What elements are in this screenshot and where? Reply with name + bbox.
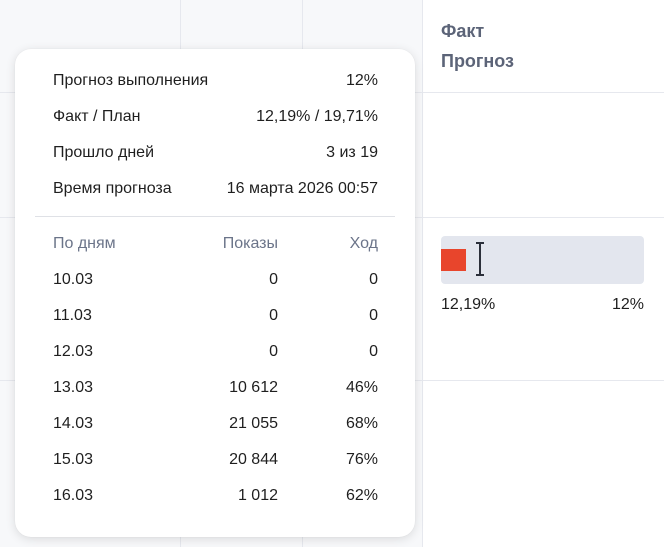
table-row: 10.03 0 0 bbox=[53, 271, 378, 293]
row-day: 11.03 bbox=[53, 307, 92, 324]
row-progress: 0 bbox=[369, 271, 378, 288]
forecast-marker bbox=[476, 242, 484, 276]
column-header-fact-forecast[interactable]: Факт Прогноз bbox=[441, 16, 514, 76]
table-row: 13.03 10 612 46% bbox=[53, 379, 378, 401]
summary-value: 16 марта 2026 00:57 bbox=[226, 180, 378, 197]
row-shows: 10 612 bbox=[229, 379, 278, 396]
summary-value: 12,19% / 19,71% bbox=[256, 108, 378, 125]
summary-row-forecast-time: Время прогноза 16 марта 2026 00:57 bbox=[53, 178, 378, 200]
summary-label: Факт / План bbox=[53, 108, 141, 125]
row-progress: 0 bbox=[369, 307, 378, 324]
forecast-percent-label: 12% bbox=[611, 296, 644, 313]
column-header-progress: Ход bbox=[349, 235, 378, 252]
column-header-day: По дням bbox=[53, 235, 116, 252]
summary-label: Время прогноза bbox=[53, 180, 172, 197]
table-row: 14.03 21 055 68% bbox=[53, 415, 378, 437]
column-header-shows: Показы bbox=[222, 235, 278, 252]
row-day: 16.03 bbox=[53, 487, 94, 504]
row-progress: 76% bbox=[345, 451, 378, 468]
row-day: 10.03 bbox=[53, 271, 94, 288]
fact-progress-fill bbox=[441, 249, 466, 271]
row-progress: 68% bbox=[345, 415, 378, 432]
row-shows: 0 bbox=[269, 343, 278, 360]
row-shows: 20 844 bbox=[229, 451, 278, 468]
row-day: 14.03 bbox=[53, 415, 94, 432]
table-row: 15.03 20 844 76% bbox=[53, 451, 378, 473]
summary-value: 3 из 19 bbox=[326, 144, 378, 161]
row-progress: 62% bbox=[345, 487, 378, 504]
summary-row-forecast-completion: Прогноз выполнения 12% bbox=[53, 70, 378, 92]
header-forecast-label: Прогноз bbox=[441, 51, 515, 71]
row-shows: 1 012 bbox=[237, 487, 278, 504]
row-day: 12.03 bbox=[53, 343, 94, 360]
daily-table-header: По дням Показы Ход bbox=[53, 235, 378, 257]
row-shows: 0 bbox=[269, 307, 278, 324]
row-shows: 21 055 bbox=[229, 415, 278, 432]
row-day: 15.03 bbox=[53, 451, 94, 468]
tooltip-divider bbox=[35, 216, 395, 217]
summary-row-days-passed: Прошло дней 3 из 19 bbox=[53, 142, 378, 164]
header-fact-label: Факт bbox=[441, 21, 485, 41]
summary-value: 12% bbox=[345, 72, 378, 89]
fact-percent-label: 12,19% bbox=[441, 296, 496, 313]
table-row: 12.03 0 0 bbox=[53, 343, 378, 365]
summary-label: Прошло дней bbox=[53, 144, 154, 161]
table-row: 16.03 1 012 62% bbox=[53, 487, 378, 509]
summary-row-fact-plan: Факт / План 12,19% / 19,71% bbox=[53, 106, 378, 128]
row-progress: 0 bbox=[369, 343, 378, 360]
row-shows: 0 bbox=[269, 271, 278, 288]
table-row: 11.03 0 0 bbox=[53, 307, 378, 329]
row-day: 13.03 bbox=[53, 379, 94, 396]
progress-bar-track[interactable] bbox=[441, 236, 644, 284]
row-progress: 46% bbox=[345, 379, 378, 396]
column-divider bbox=[422, 0, 423, 547]
forecast-tooltip: Прогноз выполнения 12% Факт / План 12,19… bbox=[15, 49, 415, 537]
summary-label: Прогноз выполнения bbox=[53, 72, 209, 89]
